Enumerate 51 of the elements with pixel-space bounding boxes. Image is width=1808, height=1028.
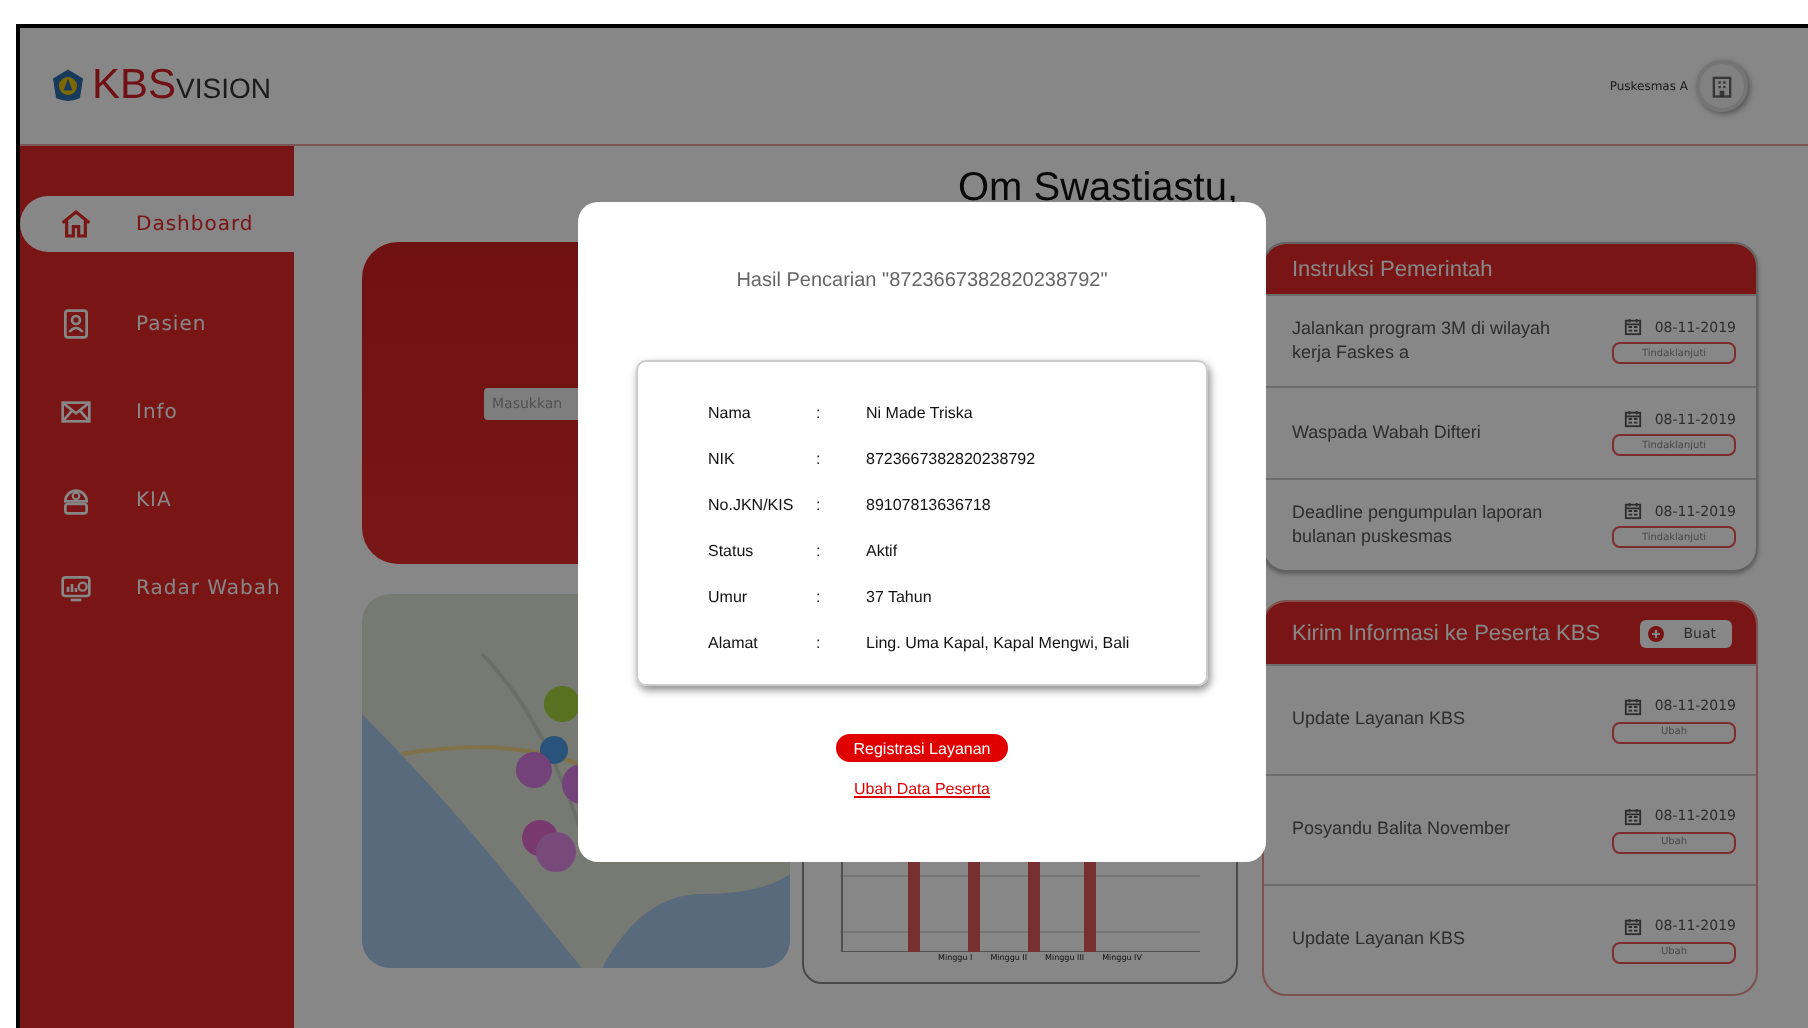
calendar-icon [1624,807,1643,825]
colon-text: : [816,449,823,467]
colon-text: : [816,495,823,513]
colon-text: : [816,403,823,421]
calendar-icon [1624,917,1643,935]
field-label: Nama [708,403,753,421]
register-button[interactable]: Registrasi Layanan [835,734,1009,762]
sidebar-item[interactable]: Radar Wabah [20,560,294,616]
field-label: No.JKN/KIS [708,495,796,513]
field-value: 37 Tahun [866,587,932,605]
monitor-icon [60,572,92,604]
field-value: Ni Made Triska [866,403,973,421]
item-text: Update Layanan KBS [1292,928,1468,952]
emblem-icon [50,68,86,104]
calendar-icon [1624,502,1643,520]
field-value: Aktif [866,541,898,559]
field-value: Ling. Uma Kapal, Kapal Mengwi, Bali [866,633,1130,651]
dialog-title: Hasil Pencarian "8723667382820238792" [736,270,1108,292]
item-text: Posyandu Balita November [1292,818,1513,842]
item-text: Jalankan program 3M di wilayah kerja Faskes a [1292,317,1553,365]
item-text: Deadline pengumpulan laporan bulanan puskesmas [1292,501,1545,549]
field-value: 8723667382820238792 [866,449,1036,467]
greeting-heading: Om Swastiastu, [958,166,1241,214]
sidebar-item[interactable]: Pasien [20,296,294,352]
sidebar-item[interactable]: Info [20,384,294,440]
item-text: Waspada Wabah Difteri [1292,421,1483,445]
sidebar-item[interactable]: Dashboard [20,196,294,252]
calendar-icon [1624,410,1643,428]
field-label: Alamat [708,633,760,651]
edit-link[interactable]: Ubah Data Peserta [853,780,991,798]
home-icon [60,208,92,240]
avatar-button[interactable] [1696,60,1748,112]
item-text: Update Layanan KBS [1292,708,1468,732]
panel-title: Instruksi Pemerintah [1292,257,1493,281]
colon-text: : [816,633,823,651]
id-card-icon [60,308,92,340]
field-label: Umur [708,587,750,605]
field-label: NIK [708,449,737,467]
calendar-icon [1624,318,1643,336]
field-label: Status [708,541,756,559]
app-logo: KBSVISION [92,62,271,110]
field-value: 89107813636718 [866,495,991,513]
baby-icon [60,484,92,516]
building-icon [1708,72,1736,100]
colon-text: : [816,541,823,559]
plus-icon [1647,625,1664,641]
panel-title: Kirim Informasi ke Peserta KBS [1292,621,1601,645]
mail-icon [60,396,92,428]
calendar-icon [1624,697,1643,715]
sidebar-item[interactable]: KIA [20,472,294,528]
colon-text: : [816,587,823,605]
